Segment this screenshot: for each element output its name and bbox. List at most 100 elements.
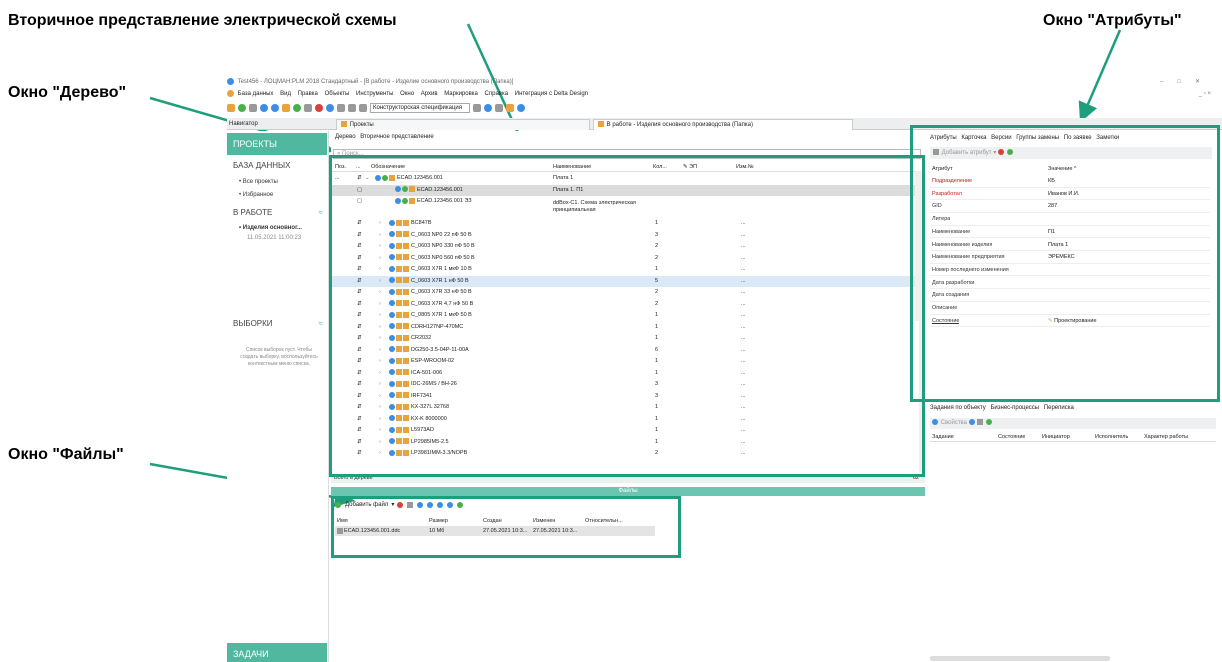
- tree-row[interactable]: ⇵ › IRF7341 3...: [331, 391, 921, 403]
- details-icon[interactable]: [447, 502, 454, 508]
- tree-row[interactable]: ⇵ › ICA-501-006 1...: [331, 368, 921, 380]
- expand-chevron-icon[interactable]: ›: [379, 356, 381, 368]
- tree-row[interactable]: ⇵ › L5973AD 1...: [331, 425, 921, 437]
- expand-chevron-icon[interactable]: ›: [379, 448, 381, 460]
- check-icon[interactable]: [293, 104, 301, 112]
- pencil-icon[interactable]: [282, 104, 290, 112]
- expand-chevron-icon[interactable]: ›: [379, 287, 381, 299]
- edit-icon[interactable]: [506, 104, 514, 112]
- attribute-value[interactable]: П1: [1048, 226, 1055, 239]
- expand-chevron-icon[interactable]: ›: [379, 391, 381, 403]
- sidebar-item-work[interactable]: • Изделия основног...: [239, 225, 302, 231]
- print-icon[interactable]: [495, 104, 503, 112]
- tree-row[interactable]: ⇵ › ESP-WROOM-02 1...: [331, 356, 921, 368]
- remove-attribute-icon[interactable]: [997, 149, 1004, 156]
- files-col-name[interactable]: Имя: [337, 516, 348, 526]
- attribute-value[interactable]: 287: [1048, 200, 1057, 213]
- search-icon[interactable]: [326, 104, 334, 112]
- tree-row[interactable]: ⇵ › LP3981IMM-3.3/NOPB 2...: [331, 448, 921, 460]
- tab-tree[interactable]: Дерево: [335, 134, 356, 140]
- file-row[interactable]: ECAD.123456.001.ddc 10 Мб 27.05.2021 10:…: [335, 526, 655, 536]
- refresh-icon[interactable]: [986, 419, 993, 426]
- attribute-value[interactable]: Плата 1: [1048, 239, 1068, 252]
- tree-row[interactable]: ▢ ECAD.123456.001 Плата 1. П1: [331, 184, 921, 196]
- tab-card[interactable]: Карточка: [961, 135, 986, 141]
- menu-item-window[interactable]: Окно: [400, 91, 414, 97]
- expand-chevron-icon[interactable]: ›: [379, 276, 381, 288]
- expand-chevron-icon[interactable]: ›: [379, 218, 381, 230]
- attr-col-name[interactable]: Атрибут: [932, 164, 953, 174]
- attribute-row[interactable]: Разработал Иванов И.И.: [930, 188, 1210, 201]
- attribute-row[interactable]: Наименование П1: [930, 226, 1210, 239]
- tree-row[interactable]: ⇵ › C_0603 X7R 33 нФ 50 В 2...: [331, 287, 921, 299]
- filter-icon[interactable]: [249, 104, 257, 112]
- expand-chevron-icon[interactable]: ›: [379, 437, 381, 449]
- col-name[interactable]: Наименование: [553, 162, 591, 172]
- window-controls[interactable]: –□✕: [1160, 76, 1214, 88]
- in-work-section[interactable]: В РАБОТЕ ≈: [233, 208, 323, 217]
- menu-item-help[interactable]: Справка: [485, 91, 509, 97]
- expand-chevron-icon[interactable]: ›: [379, 241, 381, 253]
- tree-row[interactable]: ⇵ › KX-327L 32768 1...: [331, 402, 921, 414]
- col-designation[interactable]: Обозначение: [371, 162, 405, 172]
- chevron-down-icon[interactable]: [473, 104, 481, 112]
- tasks-scrollbar[interactable]: [930, 656, 1110, 661]
- sidebar-item-favorites[interactable]: • Избранное: [239, 192, 273, 198]
- collapse-icon-2[interactable]: ≈: [319, 319, 323, 328]
- tab-in-work[interactable]: В работе - Изделия основного производств…: [593, 119, 853, 130]
- attribute-row[interactable]: Состояние ✎ Проектирование: [930, 315, 1210, 328]
- tree-row[interactable]: ⇵ › IDC-26MS / BH-26 3...: [331, 379, 921, 391]
- attach-icon[interactable]: [407, 502, 414, 508]
- tree-icon[interactable]: [238, 104, 246, 112]
- expand-chevron-icon[interactable]: ›: [379, 299, 381, 311]
- export-icon[interactable]: [484, 104, 492, 112]
- tree-row[interactable]: ⇵ › C_0805 X7R 1 мкФ 50 В 1...: [331, 310, 921, 322]
- mdi-controls[interactable]: _ ▫ ×: [1199, 88, 1211, 100]
- expand-chevron-icon[interactable]: ›: [379, 414, 381, 426]
- sidebar-item-all-projects[interactable]: • Все проекты: [239, 179, 278, 185]
- add-file-button[interactable]: Добавить файл: [345, 500, 388, 510]
- tree-row[interactable]: ⇵ › CR2032 1...: [331, 333, 921, 345]
- col-ep[interactable]: ✎ ЭП: [683, 162, 697, 172]
- attribute-row[interactable]: Описание: [930, 302, 1210, 315]
- folder-icon[interactable]: [227, 104, 235, 112]
- menu-item-objects[interactable]: Объекты: [325, 91, 350, 97]
- cut-icon[interactable]: [337, 104, 345, 112]
- paste-icon[interactable]: [359, 104, 367, 112]
- expand-chevron-icon[interactable]: ›: [379, 345, 381, 357]
- files-col-relative[interactable]: Относительн...: [585, 516, 623, 526]
- table-view-icon[interactable]: [437, 502, 444, 508]
- copy-icon[interactable]: [348, 104, 356, 112]
- expand-chevron-icon[interactable]: ›: [379, 425, 381, 437]
- view-icon[interactable]: [417, 502, 424, 508]
- grid-icon[interactable]: [260, 104, 268, 112]
- attribute-value[interactable]: ЭРЕМЕКС: [1048, 251, 1075, 264]
- zoom-icon[interactable]: [517, 104, 525, 112]
- attribute-row[interactable]: Литера: [930, 213, 1210, 226]
- tree-row[interactable]: ⇵ › DG250-3.5-04P-11-00A 6...: [331, 345, 921, 357]
- stop-icon[interactable]: [315, 104, 323, 112]
- list-icon[interactable]: [427, 502, 434, 508]
- tree-row[interactable]: ... ⇵ ⌄ ECAD.123456.001 Плата 1: [331, 173, 921, 185]
- expand-chevron-icon[interactable]: ⌄: [365, 173, 370, 185]
- files-col-created[interactable]: Создан: [483, 516, 502, 526]
- tab-versions[interactable]: Версии: [991, 135, 1011, 141]
- add-attribute-button[interactable]: Добавить атрибут: [942, 150, 992, 156]
- tree-row[interactable]: ⇵ › KX-K 8000000 1...: [331, 414, 921, 426]
- tree-row[interactable]: ⇵ › C_0603 X7R 1 мкФ 10 В 1...: [331, 264, 921, 276]
- col-pos[interactable]: Поз.: [335, 162, 346, 172]
- menu-item-edit[interactable]: Правка: [298, 91, 318, 97]
- attribute-row[interactable]: Наименование изделия Плата 1: [930, 239, 1210, 252]
- tasks-header[interactable]: ЗАДАЧИ: [227, 643, 327, 662]
- files-col-modified[interactable]: Изменен: [533, 516, 555, 526]
- info-icon[interactable]: [271, 104, 279, 112]
- spec-combo[interactable]: Конструкторская спецификация: [370, 103, 470, 113]
- search-input[interactable]: » Поиск...: [333, 149, 921, 159]
- database-section[interactable]: БАЗА ДАННЫХ: [233, 161, 290, 170]
- tab-secondary-view[interactable]: Вторичное представление: [360, 134, 434, 140]
- tab-replace-groups[interactable]: Группы замены: [1016, 135, 1059, 141]
- tree-row[interactable]: ⇵ › LP2985IM5-2.5 1...: [331, 437, 921, 449]
- tree-row[interactable]: ⇵ › C_0603 X7R 1 нФ 50 В 5...: [331, 275, 921, 288]
- tasks-col-work-type[interactable]: Характер работы: [1144, 432, 1188, 442]
- tab-attributes[interactable]: Атрибуты: [930, 135, 957, 141]
